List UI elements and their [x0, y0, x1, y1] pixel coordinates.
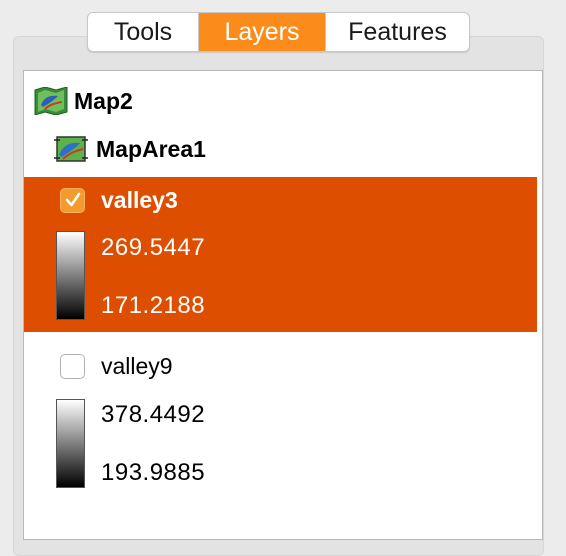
tab-tools[interactable]: Tools — [88, 13, 199, 51]
layer-row-valley3[interactable]: valley3 — [60, 183, 178, 217]
color-ramp-legend — [56, 231, 85, 320]
color-ramp-legend — [56, 399, 85, 488]
legend-max-value: 378.4492 — [101, 401, 206, 428]
layer-label: valley9 — [101, 352, 173, 379]
map-icon — [34, 87, 68, 115]
layer-tree[interactable]: Map2 MapArea1 valley3 269.5447 171.2188 … — [23, 70, 543, 540]
tree-item-map-area[interactable]: MapArea1 — [54, 133, 206, 165]
tree-item-map[interactable]: Map2 — [34, 85, 133, 117]
tab-bar: Tools Layers Features — [87, 12, 470, 52]
layer-row-valley9[interactable]: valley9 — [60, 349, 173, 383]
legend-min-value: 171.2188 — [101, 292, 206, 319]
tab-layers[interactable]: Layers — [199, 13, 325, 51]
map-label: Map2 — [74, 87, 133, 114]
layer-visibility-checkbox[interactable] — [60, 187, 85, 213]
layer-visibility-checkbox[interactable] — [60, 353, 85, 379]
checkmark-icon — [65, 192, 80, 207]
tab-features[interactable]: Features — [325, 13, 469, 51]
legend-min-value: 193.9885 — [101, 459, 206, 486]
layer-label: valley3 — [101, 186, 178, 213]
map-area-icon — [54, 136, 88, 162]
legend-max-value: 269.5447 — [101, 234, 206, 261]
map-area-label: MapArea1 — [96, 135, 206, 162]
